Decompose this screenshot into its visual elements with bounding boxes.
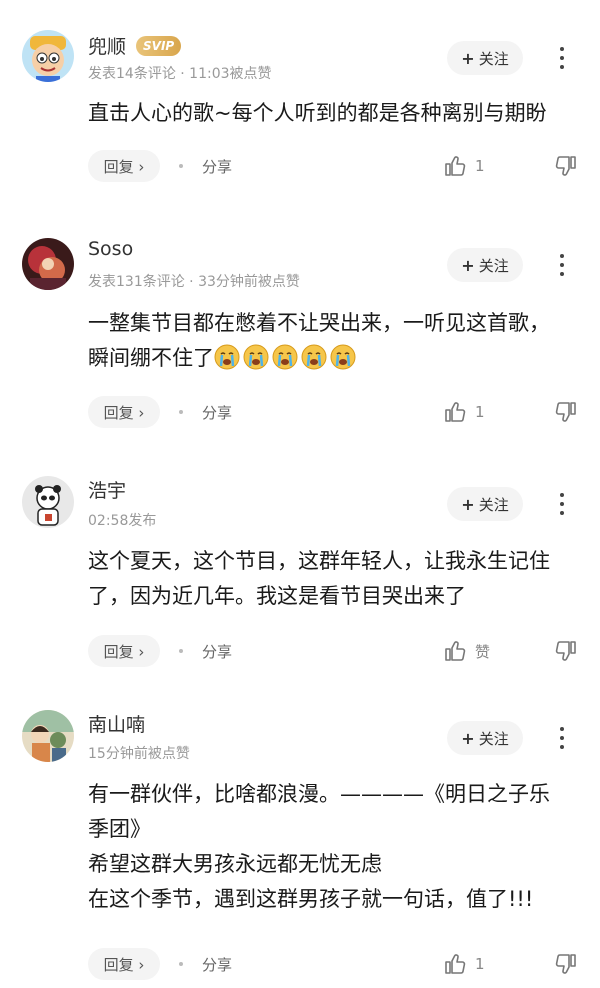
follow-label: 关注 [478,49,509,68]
thumbs-down-icon [555,402,576,422]
username[interactable]: 兜顺 [88,32,126,59]
plus-icon: + [461,255,475,275]
more-vertical-icon[interactable] [552,41,572,75]
username-row: 兜顺 SVIP [88,32,182,59]
share-button[interactable]: 分享 [202,402,232,423]
like-count: 1 [475,157,485,175]
like-button[interactable]: 赞 [443,639,490,663]
comment-meta: 发表131条评论 · 33分钟前被点赞 [88,274,300,290]
avatar[interactable] [22,238,74,290]
like-button[interactable]: 1 [443,400,485,424]
follow-button[interactable]: + 关注 [447,248,523,282]
comment-text: 一整集节目都在憋着不让哭出来，一听见这首歌， 瞬间绷不住了 [88,306,588,376]
crying-emoji-icon [214,344,240,370]
thumbs-down-icon [555,156,576,176]
dislike-button[interactable] [554,400,578,428]
username-row: Soso [88,238,133,260]
follow-button[interactable]: + 关注 [447,41,523,75]
dislike-button[interactable] [554,154,578,182]
separator-dot [179,164,183,168]
like-button[interactable]: 1 [443,952,485,976]
follow-button[interactable]: + 关注 [447,721,523,755]
reply-button[interactable]: 回复 › [88,150,160,182]
username[interactable]: Soso [88,238,133,260]
crying-emoji-icon [272,344,298,370]
separator-dot [179,962,183,966]
svip-badge: SVIP [136,35,182,56]
avatar[interactable] [22,710,74,762]
dislike-button[interactable] [554,952,578,980]
thumbs-up-icon [445,156,466,176]
username-row: 南山喃 [88,710,145,737]
share-button[interactable]: 分享 [202,156,232,177]
crying-emoji-group [214,344,359,370]
separator-dot [179,410,183,414]
comment-meta: 15分钟前被点赞 [88,746,190,762]
comment-text: 有一群伙伴，比啥都浪漫。————《明日之子乐 季团》 希望这群大男孩永远都无忧无… [88,782,550,911]
username[interactable]: 南山喃 [88,710,145,737]
comment-meta: 02:58发布 [88,513,157,529]
thumbs-down-icon [555,641,576,661]
avatar[interactable] [22,476,74,528]
username[interactable]: 浩宇 [88,476,126,503]
like-label: 赞 [475,642,491,661]
comment-text: 这个夏天，这个节目，这群年轻人，让我永生记住 了，因为近几年。我这是看节目哭出来… [88,549,550,608]
like-count: 1 [475,403,485,421]
plus-icon: + [461,48,475,68]
more-vertical-icon[interactable] [552,248,572,282]
comment-meta: 发表14条评论 · 11:03被点赞 [88,66,272,82]
thumbs-up-icon [445,954,466,974]
like-count: 1 [475,955,485,973]
thumbs-up-icon [445,641,466,661]
plus-icon: + [461,728,475,748]
thumbs-up-icon [445,402,466,422]
crying-emoji-icon [330,344,356,370]
share-button[interactable]: 分享 [202,641,232,662]
reply-button[interactable]: 回复 › [88,635,160,667]
follow-label: 关注 [478,729,509,748]
more-vertical-icon[interactable] [552,721,572,755]
reply-button[interactable]: 回复 › [88,948,160,980]
follow-button[interactable]: + 关注 [447,487,523,521]
like-button[interactable]: 1 [443,154,485,178]
dislike-button[interactable] [554,639,578,667]
plus-icon: + [461,494,475,514]
follow-label: 关注 [478,495,509,514]
avatar[interactable] [22,30,74,82]
share-button[interactable]: 分享 [202,954,232,975]
reply-button[interactable]: 回复 › [88,396,160,428]
crying-emoji-icon [243,344,269,370]
more-vertical-icon[interactable] [552,487,572,521]
thumbs-down-icon [555,954,576,974]
comment-text: 直击人心的歌~每个人听到的都是各种离别与期盼 [88,101,547,125]
follow-label: 关注 [478,256,509,275]
username-row: 浩宇 [88,476,126,503]
crying-emoji-icon [301,344,327,370]
separator-dot [179,649,183,653]
